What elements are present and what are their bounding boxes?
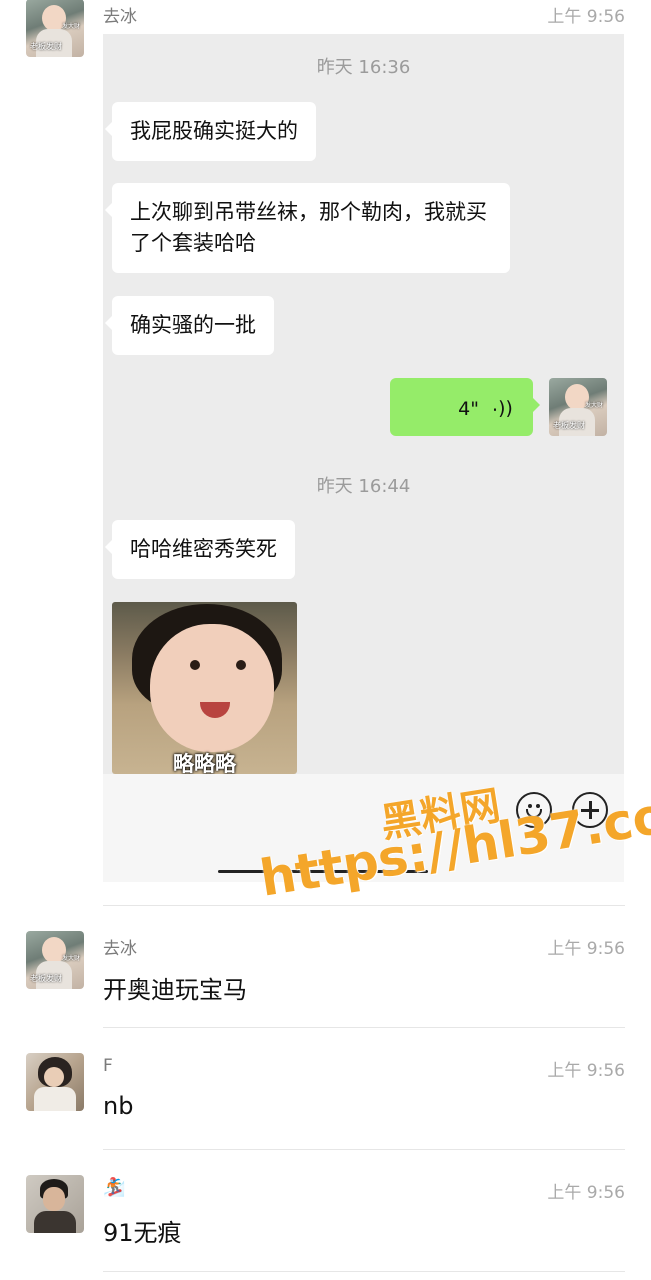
avatar[interactable]: 发大财 老板发财 — [26, 0, 84, 57]
avatar-face — [43, 1187, 65, 1211]
divider — [103, 1149, 625, 1150]
message-time: 上午 9:56 — [547, 1061, 625, 1081]
avatar[interactable]: 发大财 老板发财 — [26, 931, 84, 989]
sticker-face — [150, 624, 274, 752]
avatar-caption-small: 发大财 — [61, 23, 80, 30]
voice-wave-icon: ((· — [492, 398, 513, 420]
divider — [103, 1027, 625, 1028]
sticker-eye — [190, 660, 200, 670]
sender-name: F — [103, 1056, 113, 1076]
chat-bubble[interactable]: 我屁股确实挺大的 — [105, 102, 316, 161]
self-avatar[interactable]: 发大财 老板发财 — [549, 378, 607, 436]
message-text[interactable]: 开奥迪玩宝马 — [103, 970, 247, 1005]
snowboard-emoji-icon: 🏂 — [103, 1177, 126, 1198]
avatar-caption: 老板发财 — [30, 42, 62, 51]
chat-timestamp: 昨天 16:44 — [316, 476, 411, 497]
chat-bubble[interactable]: 确实骚的一批 — [105, 296, 274, 355]
avatar-body — [34, 1087, 76, 1111]
sender-name: 去冰 — [103, 939, 137, 959]
divider — [103, 905, 625, 906]
sticker-image[interactable]: 略略略 — [112, 602, 297, 774]
sender-name: 去冰 — [103, 7, 137, 27]
chat-history-screen: 发大财 老板发财 去冰 上午 9:56 昨天 16:36 我屁股确实挺大的 上次… — [0, 0, 651, 1280]
chat-bubble[interactable]: 哈哈维密秀笑死 — [105, 520, 295, 579]
message-text[interactable]: 91无痕 — [103, 1213, 182, 1248]
avatar-caption-small: 发大财 — [61, 955, 80, 962]
chat-timestamp: 昨天 16:36 — [316, 57, 411, 78]
message-time: 上午 9:56 — [547, 1183, 625, 1203]
message-time: 上午 9:56 — [547, 939, 625, 959]
avatar[interactable] — [26, 1053, 84, 1111]
avatar-caption-small: 发大财 — [584, 402, 603, 409]
forwarded-screenshot[interactable]: 昨天 16:36 我屁股确实挺大的 上次聊到吊带丝袜，那个勒肉，我就买了个套装哈… — [103, 34, 624, 882]
chat-bubble[interactable]: 上次聊到吊带丝袜，那个勒肉，我就买了个套装哈哈 — [105, 183, 510, 273]
avatar-caption: 老板发财 — [30, 974, 62, 983]
sticker-eye — [236, 660, 246, 670]
avatar-caption: 老板发财 — [553, 421, 585, 430]
divider — [103, 1271, 625, 1272]
voice-message-bubble[interactable]: 4" ((· — [390, 378, 540, 436]
avatar-body — [34, 1211, 76, 1233]
avatar[interactable] — [26, 1175, 84, 1233]
sticker-caption: 略略略 — [173, 752, 236, 774]
message-time: 上午 9:56 — [547, 7, 625, 27]
message-text[interactable]: nb — [103, 1092, 133, 1120]
voice-duration: 4" — [458, 398, 479, 420]
avatar-face — [44, 1067, 64, 1087]
